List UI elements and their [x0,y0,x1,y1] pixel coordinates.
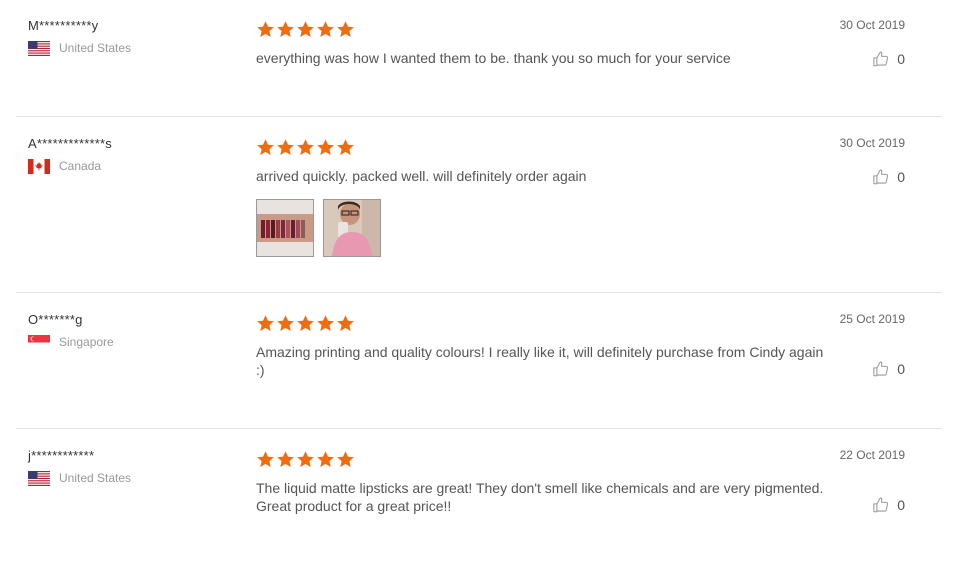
review-date: 30 Oct 2019 [839,18,905,32]
like-count: 0 [897,169,905,185]
star-icon [336,450,355,469]
buyer-info: A*************s Canada [28,136,228,174]
review-date: 30 Oct 2019 [839,136,905,150]
star-icon [316,450,335,469]
like-count: 0 [897,51,905,67]
review-date: 22 Oct 2019 [839,448,905,462]
review-text: The liquid matte lipsticks are great! Th… [256,480,824,514]
star-icon [296,138,315,157]
review-date: 25 Oct 2019 [839,312,905,326]
review-item: A*************s Canada arrived quickly. … [16,134,942,293]
helpful-button[interactable]: 0 [872,168,905,186]
review-text: everything was how I wanted them to be. … [256,50,731,66]
star-icon [316,314,335,333]
review-photos [256,199,826,257]
buyer-country: United States [28,41,228,56]
thumbs-up-icon[interactable] [872,168,890,186]
country-name: Singapore [59,335,114,349]
like-count: 0 [897,361,905,377]
star-rating [256,314,826,334]
review-content: Amazing printing and quality colours! I … [256,314,826,379]
star-icon [296,20,315,39]
buyer-name: j************ [28,448,95,463]
review-content: everything was how I wanted them to be. … [256,20,826,67]
star-icon [276,314,295,333]
like-count: 0 [897,497,905,513]
helpful-button[interactable]: 0 [872,360,905,378]
star-icon [256,450,275,469]
review-text: Amazing printing and quality colours! I … [256,344,824,378]
us-flag-icon [28,41,50,56]
review-text: arrived quickly. packed well. will defin… [256,168,587,184]
thumbs-up-icon[interactable] [872,50,890,68]
star-icon [296,450,315,469]
singapore-flag-icon [28,335,50,350]
us-flag-icon [28,471,50,486]
buyer-info: O*******g Singapore [28,312,228,350]
review-content: The liquid matte lipsticks are great! Th… [256,450,826,515]
review-item: j************ United States The liquid m… [16,446,942,556]
buyer-country: Canada [28,159,228,174]
photo-mirror-selfie[interactable] [323,199,381,257]
helpful-button[interactable]: 0 [872,50,905,68]
review-item: O*******g Singapore Amazing printing and… [16,310,942,429]
star-icon [336,138,355,157]
star-icon [276,20,295,39]
star-icon [276,450,295,469]
star-icon [276,138,295,157]
buyer-country: United States [28,471,228,486]
helpful-button[interactable]: 0 [872,496,905,514]
thumbs-up-icon[interactable] [872,360,890,378]
star-icon [256,20,275,39]
buyer-name: M**********y [28,18,99,33]
country-name: United States [59,41,132,55]
star-icon [256,138,275,157]
review-content: arrived quickly. packed well. will defin… [256,138,826,257]
star-icon [336,20,355,39]
star-rating [256,450,826,470]
country-name: Canada [59,159,102,173]
star-rating [256,138,826,158]
star-rating [256,20,826,40]
review-item: M**********y United States everything wa… [16,16,942,117]
photo-lipstick-swatches-arm[interactable] [256,199,314,257]
star-icon [256,314,275,333]
star-icon [316,20,335,39]
star-icon [316,138,335,157]
star-icon [296,314,315,333]
buyer-name: A*************s [28,136,112,151]
thumbs-up-icon[interactable] [872,496,890,514]
canada-flag-icon [28,159,50,174]
buyer-name: O*******g [28,312,83,327]
buyer-info: j************ United States [28,448,228,486]
buyer-country: Singapore [28,335,228,350]
buyer-info: M**********y United States [28,18,228,56]
country-name: United States [59,471,132,485]
reviews-list: M**********y United States everything wa… [0,0,957,563]
star-icon [336,314,355,333]
